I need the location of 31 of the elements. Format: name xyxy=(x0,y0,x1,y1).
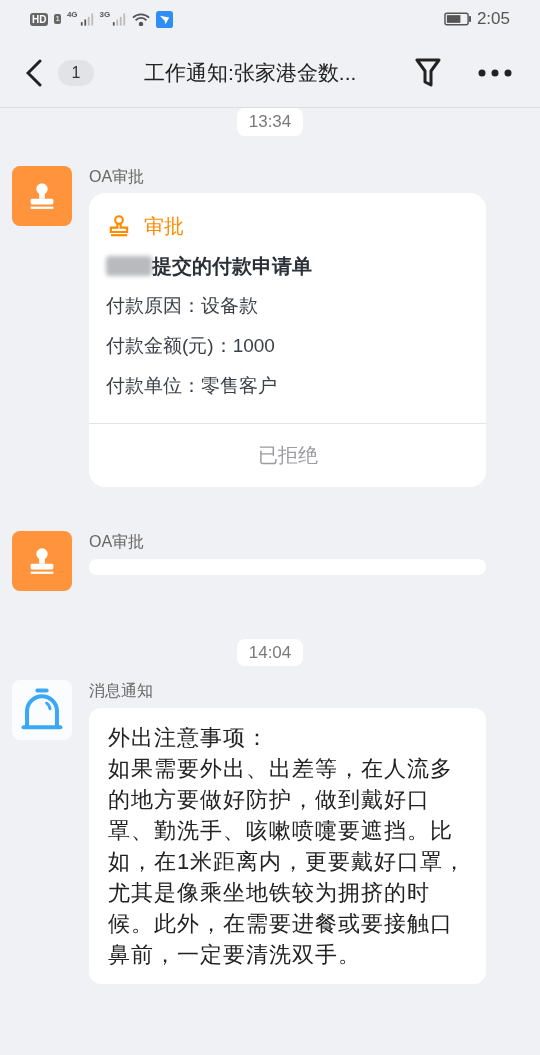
filter-icon xyxy=(415,57,441,88)
card-tag: 审批 xyxy=(144,210,184,241)
sender-name: 消息通知 xyxy=(89,681,154,701)
message-body: 如果需要外出、出差等，在人流多的地方要做好防护，做到戴好口罩、勤洗手、咳嗽喷嚏要遮挡。比如，在1米距离内，更要戴好口罩，尤其是像乘坐地铁较为拥挤的时候。此外，在需要进餐或要接触口鼻前，一定要清洗双手。 xyxy=(108,755,467,969)
timestamp: 13:34 xyxy=(236,108,304,136)
unread-count-badge: 1 xyxy=(58,59,94,86)
approval-status: 已拒绝 xyxy=(257,443,318,468)
message-heading: 外出注意事项： xyxy=(108,724,270,752)
sender-name: OA审批 xyxy=(89,531,146,552)
signal-icon xyxy=(112,12,127,26)
network-label: 4G xyxy=(66,9,78,21)
battery-icon xyxy=(443,12,471,26)
app-notification-icon xyxy=(156,10,174,28)
hd-indicator: HD xyxy=(30,12,49,26)
timestamp: 14:04 xyxy=(236,638,304,666)
card-title: 提交的付款申请单 xyxy=(152,253,312,279)
more-button[interactable] xyxy=(478,67,512,78)
network-label: 3G xyxy=(99,9,111,21)
signal-icon xyxy=(79,12,94,26)
sender-name: OA审批 xyxy=(89,166,146,187)
clock: 2:05 xyxy=(476,8,510,31)
approval-card[interactable]: 审批 提交的付款申请单 付款原因：设备款 付款金额(元)：1000 付款单位：零售客户 已拒绝 xyxy=(89,192,486,487)
more-icon xyxy=(478,68,512,77)
field-row-text: 付款原因：设备款 xyxy=(106,293,259,318)
wifi-icon xyxy=(132,12,151,26)
sim-indicator: 1 xyxy=(54,14,61,24)
back-icon xyxy=(26,58,42,87)
field-row-text: 付款金额(元)：1000 xyxy=(106,333,276,358)
chat-title: 工作通知:张家港金数... xyxy=(144,59,357,86)
field-row-text: 付款单位：零售客户 xyxy=(106,373,278,398)
filter-button[interactable] xyxy=(414,57,442,88)
